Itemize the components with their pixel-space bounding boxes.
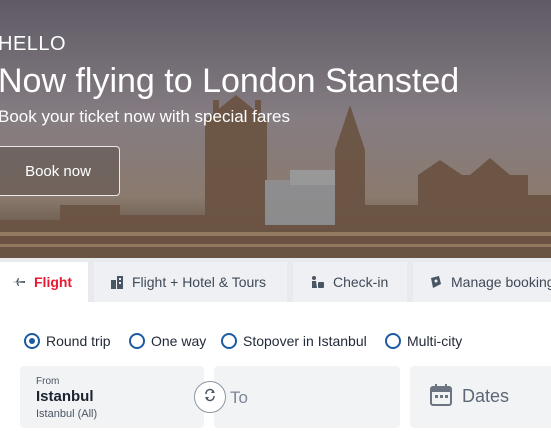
- to-field[interactable]: To: [214, 366, 400, 428]
- swap-airports-button[interactable]: [194, 381, 226, 413]
- plane-icon: [12, 277, 26, 287]
- radio-icon: [129, 333, 145, 349]
- hero-background-image: [0, 0, 551, 262]
- tab-manage-booking[interactable]: Manage booking: [413, 262, 551, 302]
- book-now-button[interactable]: Book now: [0, 146, 120, 196]
- hero-headline: Now flying to London Stansted: [0, 62, 460, 100]
- tab-label: Manage booking: [451, 274, 551, 290]
- from-label: From: [36, 376, 60, 387]
- from-detail: Istanbul (All): [36, 408, 98, 420]
- dates-field[interactable]: Dates: [410, 366, 551, 428]
- tab-flight[interactable]: Flight: [0, 262, 88, 302]
- swap-icon: [203, 388, 217, 407]
- trip-type-round-trip[interactable]: Round trip: [24, 333, 111, 349]
- tab-check-in[interactable]: Check-in: [293, 262, 407, 302]
- trip-type-label: Multi-city: [407, 333, 463, 349]
- from-value: Istanbul: [36, 388, 94, 405]
- tab-label: Flight: [34, 274, 73, 290]
- trip-type-label: Stopover in Istanbul: [243, 333, 367, 349]
- hero-greeting: HELLO: [0, 33, 67, 55]
- calendar-icon: [430, 384, 452, 411]
- radio-icon: [221, 333, 237, 349]
- trip-type-label: One way: [151, 333, 207, 349]
- radio-selected-icon: [24, 333, 40, 349]
- tab-label: Flight + Hotel & Tours: [132, 274, 266, 290]
- from-field[interactable]: From Istanbul Istanbul (All): [20, 366, 204, 428]
- hero-banner: HELLO Now flying to London Stansted Book…: [0, 0, 551, 262]
- radio-icon: [385, 333, 401, 349]
- to-placeholder: To: [230, 388, 248, 407]
- dates-placeholder: Dates: [462, 386, 510, 406]
- tab-flight-hotel-tours[interactable]: Flight + Hotel & Tours: [94, 262, 287, 302]
- tab-label: Check-in: [333, 274, 389, 290]
- ticket-icon: [429, 275, 443, 289]
- trip-type-multi-city[interactable]: Multi-city: [385, 333, 462, 349]
- hotel-building-icon: [110, 275, 124, 289]
- trip-type-one-way[interactable]: One way: [129, 333, 206, 349]
- check-in-icon: [309, 275, 325, 289]
- trip-type-stopover[interactable]: Stopover in Istanbul: [221, 333, 367, 349]
- hero-subline: Book your ticket now with special fares: [0, 107, 290, 126]
- trip-type-label: Round trip: [46, 333, 111, 349]
